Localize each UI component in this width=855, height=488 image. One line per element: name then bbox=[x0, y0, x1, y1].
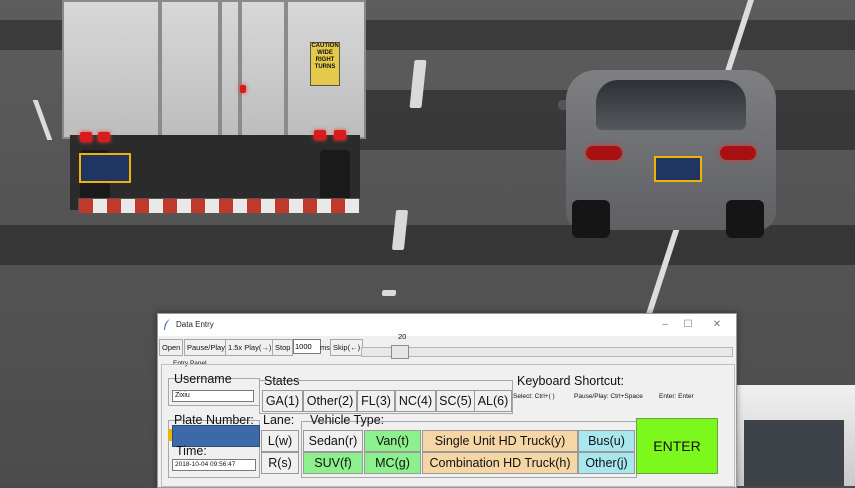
lane-right-button[interactable]: R(s) bbox=[261, 452, 299, 474]
lane-marking bbox=[32, 100, 53, 140]
vehicle-sedan-button[interactable]: Sedan(r) bbox=[303, 430, 363, 452]
maximize-icon[interactable]: ☐ bbox=[676, 317, 700, 333]
title-bar[interactable]: Data Entry – ☐ ✕ bbox=[158, 314, 736, 336]
stop-button[interactable]: Stop bbox=[272, 339, 294, 356]
vehicle-other-button[interactable]: Other(j) bbox=[578, 452, 635, 474]
states-label: States bbox=[264, 374, 300, 388]
vehicle-combination-truck-button[interactable]: Combination HD Truck(h) bbox=[422, 452, 578, 474]
data-entry-window: Data Entry – ☐ ✕ Open Pause/Play 1.5x Pl… bbox=[157, 313, 737, 488]
state-button-sc[interactable]: SC(5) bbox=[436, 390, 475, 412]
vehicle-mc-button[interactable]: MC(g) bbox=[364, 452, 421, 474]
toolbar: Open Pause/Play 1.5x Play(→) Stop 1000 m… bbox=[158, 332, 736, 359]
truck-tail-light bbox=[98, 132, 110, 142]
time-label: Time: bbox=[176, 444, 207, 458]
username-label: Username bbox=[174, 372, 232, 386]
state-button-ga[interactable]: GA(1) bbox=[262, 390, 303, 412]
truck-tail-light bbox=[314, 130, 326, 140]
truck-tail-light bbox=[80, 132, 92, 142]
enter-button[interactable]: ENTER bbox=[636, 418, 718, 474]
plate-detection-box bbox=[79, 153, 131, 183]
state-button-nc[interactable]: NC(4) bbox=[395, 390, 436, 412]
close-icon[interactable]: ✕ bbox=[705, 317, 729, 333]
vehicle-type-label: Vehicle Type: bbox=[310, 413, 385, 427]
pickup-window bbox=[744, 420, 844, 486]
minimize-icon[interactable]: – bbox=[653, 317, 677, 333]
speed-scale-track[interactable] bbox=[361, 347, 733, 357]
shortcut-select: Select: Ctrl+( ) bbox=[513, 393, 555, 400]
interval-input[interactable]: 1000 bbox=[293, 339, 321, 354]
state-button-fl[interactable]: FL(3) bbox=[357, 390, 395, 412]
window-title: Data Entry bbox=[176, 320, 214, 329]
caution-sign: CAUTION WIDE RIGHT TURNS bbox=[310, 42, 340, 86]
fast-play-button[interactable]: 1.5x Play(→) bbox=[225, 339, 275, 356]
car-tail-light bbox=[586, 146, 622, 160]
car-tire bbox=[726, 200, 764, 238]
vehicle-bus-button[interactable]: Bus(u) bbox=[578, 430, 635, 452]
trailer-door-bar bbox=[284, 0, 288, 135]
lane-left-button[interactable]: L(w) bbox=[261, 430, 299, 452]
plate-detection-box bbox=[654, 156, 702, 182]
vehicle-single-unit-truck-button[interactable]: Single Unit HD Truck(y) bbox=[422, 430, 578, 452]
car-tire bbox=[572, 200, 610, 238]
feather-icon bbox=[164, 319, 170, 330]
truck-tail-light bbox=[334, 130, 346, 140]
shortcut-enter: Enter: Enter bbox=[659, 393, 694, 400]
skip-button[interactable]: Skip(←) bbox=[330, 339, 364, 356]
state-button-al[interactable]: AL(6) bbox=[474, 390, 512, 412]
time-value: 2018-10-04 09:56:47 bbox=[172, 459, 256, 471]
car-tail-light bbox=[720, 146, 756, 160]
truck-bumper bbox=[78, 198, 360, 214]
shortcut-pause-play: Pause/Play: Ctrl+Space bbox=[574, 393, 643, 400]
speed-scale-value: 20 bbox=[398, 332, 407, 341]
truck-wheel bbox=[320, 150, 350, 200]
open-button[interactable]: Open bbox=[159, 339, 184, 356]
trailer-door-bar bbox=[218, 0, 222, 135]
interval-unit-label: ms bbox=[320, 343, 330, 352]
car-rear-window bbox=[596, 80, 746, 130]
speed-scale-handle[interactable] bbox=[391, 345, 409, 359]
keyboard-shortcut-title: Keyboard Shortcut: bbox=[517, 374, 625, 388]
pause-play-button[interactable]: Pause/Play bbox=[184, 339, 228, 356]
trailer-door-bar bbox=[238, 0, 242, 135]
truck-tail-light bbox=[240, 85, 246, 93]
username-input[interactable]: Zixiu bbox=[172, 390, 254, 402]
lane-label: Lane: bbox=[263, 413, 295, 427]
state-button-other[interactable]: Other(2) bbox=[303, 390, 357, 412]
lane-marking bbox=[381, 290, 397, 296]
trailer-door-bar bbox=[158, 0, 162, 135]
vehicle-van-button[interactable]: Van(t) bbox=[364, 430, 421, 452]
vehicle-suv-button[interactable]: SUV(f) bbox=[303, 452, 363, 474]
